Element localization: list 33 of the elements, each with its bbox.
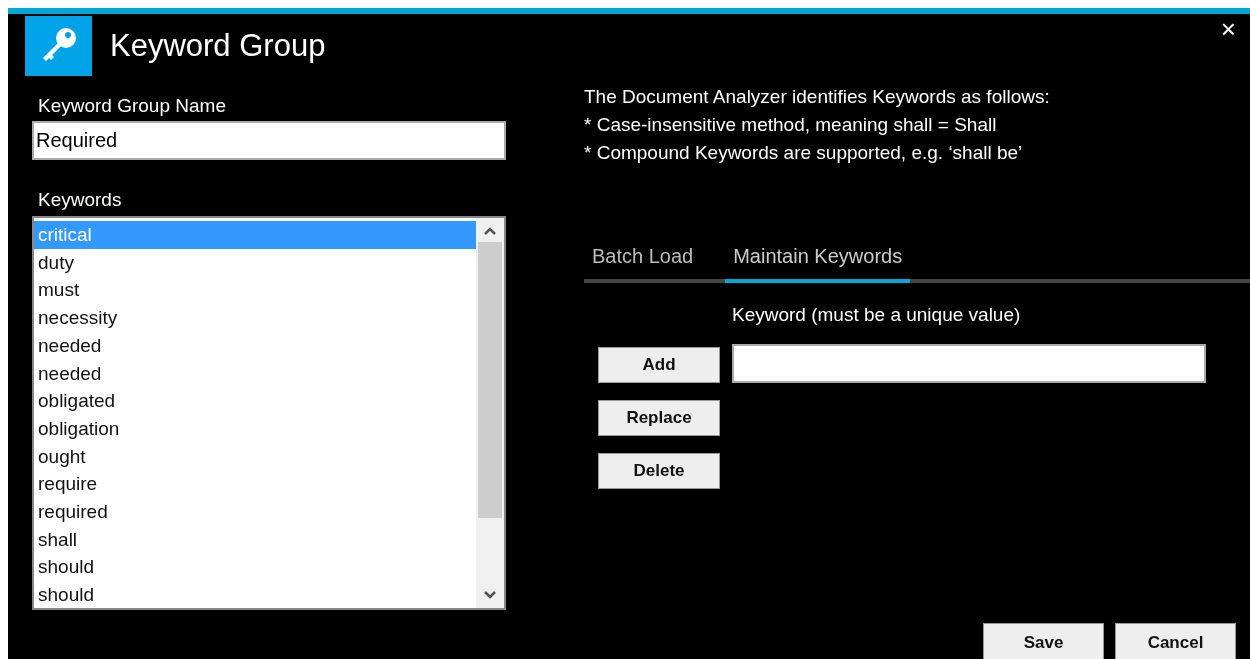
list-item[interactable]: needed xyxy=(34,331,476,360)
list-item[interactable]: obligation xyxy=(34,414,476,443)
field-label: Keyword (must be a unique value) xyxy=(732,303,1022,327)
tab[interactable]: Maintain Keywords xyxy=(725,235,911,283)
list-item[interactable]: needed xyxy=(34,359,476,388)
list-item[interactable]: must xyxy=(34,276,476,305)
info-text: * Compound Keywords are supported, e.g. ‘shall be’ xyxy=(584,141,1024,165)
app-icon xyxy=(25,16,92,76)
list-item[interactable]: ought xyxy=(34,442,476,471)
action-button[interactable]: Delete xyxy=(598,452,720,489)
info-text: The Document Analyzer identifies Keywords as follows: xyxy=(584,85,1051,109)
list-item[interactable]: should xyxy=(34,553,476,582)
field-label: Keywords xyxy=(38,188,123,212)
list-item[interactable]: obligated xyxy=(34,387,476,415)
list-item[interactable]: shall xyxy=(34,525,476,554)
list-item[interactable]: duty xyxy=(34,248,476,277)
close-button[interactable]: × xyxy=(1220,16,1236,42)
list-item[interactable]: required xyxy=(34,498,476,526)
list-item[interactable]: require xyxy=(34,470,476,499)
list-item[interactable]: necessity xyxy=(34,304,476,332)
window-title: Keyword Group xyxy=(110,26,326,65)
tab[interactable]: Batch Load xyxy=(584,235,702,283)
info-text: * Case-insensitive method, meaning shall = Shall xyxy=(584,113,998,137)
action-button[interactable]: Add xyxy=(598,346,720,383)
action-button[interactable]: Replace xyxy=(598,399,720,436)
footer-button[interactable]: Cancel xyxy=(1115,623,1236,659)
keywords-listbox[interactable]: critical duty must necessity needed needed obligated obligation ought require required shall should should xyxy=(32,216,506,610)
footer-button[interactable]: Save xyxy=(983,623,1104,659)
field-label: Keyword Group Name xyxy=(38,94,227,118)
keyword-field[interactable] xyxy=(732,343,1206,383)
scrollbar[interactable] xyxy=(476,218,504,608)
group-name-field[interactable]: Required xyxy=(32,121,506,160)
list-item[interactable]: should xyxy=(34,581,476,608)
